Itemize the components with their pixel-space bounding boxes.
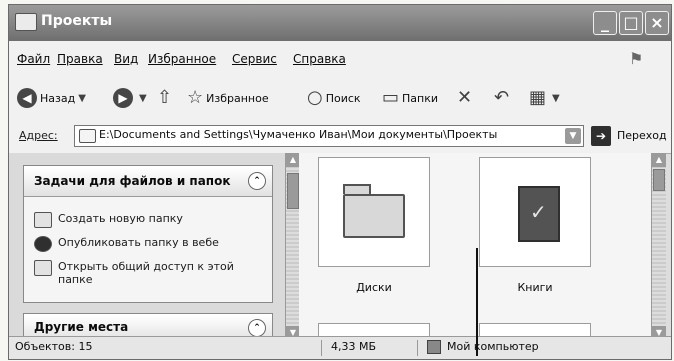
task-new-folder[interactable]: Создать новую папку <box>34 212 183 228</box>
favorites-button[interactable]: ☆ Избранное <box>187 87 269 109</box>
views-grid-icon: ▦ <box>529 87 547 108</box>
status-location: Мой компьютер <box>447 340 539 353</box>
search-button[interactable]: ○ Поиск <box>307 87 361 109</box>
menu-bar: Файл Правка Вид Избранное Сервис Справка… <box>9 41 671 76</box>
go-button[interactable]: Переход <box>617 129 667 142</box>
task-share-folder[interactable]: Открыть общий доступ к этой папке <box>34 260 234 286</box>
book-icon <box>518 186 560 242</box>
address-path: E:\Documents and Settings\Чумаченко Иван… <box>99 128 498 141</box>
menu-favorites[interactable]: Избранное <box>148 52 216 66</box>
scroll-up-icon[interactable]: ▲ <box>652 153 666 167</box>
dropdown-arrow-icon: ▼ <box>78 92 86 104</box>
file-view: Диски Книги <box>299 153 651 341</box>
menu-file[interactable]: Файл <box>17 52 50 66</box>
address-input[interactable]: E:\Documents and Settings\Чумаченко Иван… <box>74 125 584 147</box>
collapse-icon[interactable]: ⌃ <box>248 319 266 337</box>
pointer-line <box>476 248 478 356</box>
folders-button[interactable]: ▭ Папки <box>382 87 438 109</box>
folders-icon: ▭ <box>382 87 400 108</box>
file-name: Диски <box>356 281 392 294</box>
undo-icon: ↶ <box>494 87 510 108</box>
close-button[interactable]: × <box>645 11 669 35</box>
forward-button[interactable]: ▶ ▼ <box>113 87 147 109</box>
dropdown-arrow-icon: ▼ <box>552 92 560 104</box>
left-pane-scrollbar[interactable]: ▲ ▼ <box>285 153 300 340</box>
menu-view[interactable]: Вид <box>114 52 138 66</box>
address-bar: Адрес: E:\Documents and Settings\Чумачен… <box>9 120 671 154</box>
folder-icon <box>79 129 96 143</box>
folder-up-icon: ⇧ <box>157 87 173 108</box>
globe-icon <box>34 236 52 252</box>
file-thumbnail <box>479 157 591 267</box>
file-name: Книги <box>517 281 553 294</box>
status-object-count: Объектов: 15 <box>15 340 93 353</box>
go-arrow-icon[interactable]: ➔ <box>591 126 611 146</box>
explorer-window: Проекты _ □ × Файл Правка Вид Избранное … <box>8 4 672 360</box>
menu-help[interactable]: Справка <box>293 52 346 66</box>
status-bar: Объектов: 15 4,33 МБ Мой компьютер <box>9 336 671 359</box>
views-button[interactable]: ▦ ▼ <box>529 87 560 109</box>
windows-logo-icon: ⚑ <box>629 49 644 68</box>
chevron-down-icon[interactable]: ▼ <box>565 128 581 144</box>
forward-arrow-icon: ▶ <box>113 88 133 108</box>
delete-button[interactable]: ✕ <box>457 87 475 109</box>
file-tasks-panel: Задачи для файлов и папок ⌃ Создать нову… <box>23 165 273 303</box>
file-thumbnail <box>318 157 430 267</box>
new-folder-icon <box>34 212 52 228</box>
window-title: Проекты <box>41 13 113 29</box>
folder-icon <box>343 184 405 238</box>
delete-x-icon: ✕ <box>457 87 473 108</box>
minimize-button[interactable]: _ <box>593 11 617 35</box>
folder-icon <box>15 13 37 31</box>
scroll-thumb[interactable] <box>287 173 299 209</box>
task-publish-web[interactable]: Опубликовать папку в вебе <box>34 236 219 252</box>
undo-button[interactable]: ↶ <box>494 87 512 109</box>
toolbar: ◀ Назад ▼ ▶ ▼ ⇧ ☆ Избранное ○ Поиск ▭ Па… <box>9 75 671 121</box>
title-bar: Проекты _ □ × <box>9 5 671 41</box>
scroll-up-icon[interactable]: ▲ <box>286 153 300 167</box>
file-tasks-header[interactable]: Задачи для файлов и папок ⌃ <box>24 166 272 197</box>
computer-icon <box>427 340 441 354</box>
address-label: Адрес: <box>19 129 58 142</box>
dropdown-arrow-icon: ▼ <box>139 92 147 104</box>
scroll-thumb[interactable] <box>653 169 665 191</box>
share-icon <box>34 260 52 276</box>
right-pane-scrollbar[interactable]: ▲ ▼ <box>651 153 666 340</box>
star-icon: ☆ <box>187 87 204 108</box>
back-arrow-icon: ◀ <box>17 88 37 108</box>
search-icon: ○ <box>307 87 323 108</box>
menu-tools[interactable]: Сервис <box>232 52 277 66</box>
menu-edit[interactable]: Правка <box>57 52 103 66</box>
maximize-button[interactable]: □ <box>619 11 643 35</box>
status-size: 4,33 МБ <box>331 340 377 353</box>
up-button[interactable]: ⇧ <box>157 87 175 109</box>
back-button[interactable]: ◀ Назад ▼ <box>17 87 86 109</box>
collapse-icon[interactable]: ⌃ <box>248 172 266 190</box>
task-pane: Задачи для файлов и папок ⌃ Создать нову… <box>9 153 285 343</box>
